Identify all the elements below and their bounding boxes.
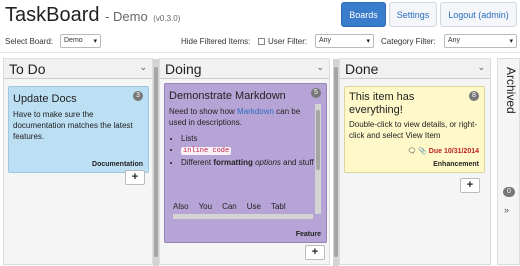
add-item-button[interactable]: + bbox=[305, 245, 325, 260]
column-header: To Do ⌄ bbox=[4, 59, 152, 79]
board-select[interactable]: Demo ▾ bbox=[60, 34, 101, 48]
filter-bar: Select Board: Demo ▾ Hide Filtered Items… bbox=[0, 31, 520, 53]
card-description: Have to make sure the documentation matc… bbox=[13, 110, 133, 141]
list-text: Different bbox=[181, 158, 214, 167]
scroll-thumb[interactable] bbox=[154, 67, 158, 257]
card-update-docs[interactable]: Update Docs 3 Have to make sure the docu… bbox=[8, 86, 149, 173]
user-filter-label: User Filter: bbox=[268, 37, 308, 46]
italic-text: options bbox=[255, 158, 281, 167]
comment-icon: 🗨 bbox=[407, 148, 417, 155]
card-badge: 5 bbox=[311, 88, 321, 98]
hide-filtered-checkbox[interactable] bbox=[258, 38, 265, 45]
chevron-down-icon[interactable]: ⌄ bbox=[139, 62, 147, 73]
select-caret-icon: ▾ bbox=[93, 38, 97, 45]
list-item: inline code bbox=[181, 144, 314, 157]
scroll-thumb[interactable] bbox=[334, 67, 338, 257]
column-doing: Doing ⌄ Demonstrate Markdown 5 Need to s… bbox=[153, 58, 330, 266]
bold-text: formatting bbox=[213, 158, 253, 167]
paperclip-icon: 📎 bbox=[418, 148, 427, 155]
table-header: Tabl bbox=[270, 202, 286, 211]
hide-filtered-label: Hide Filtered Items: bbox=[181, 37, 251, 46]
category-filter-value: Any bbox=[448, 37, 461, 44]
chevron-down-icon[interactable]: ⌄ bbox=[477, 62, 485, 73]
column-header: Done ⌄ bbox=[340, 59, 490, 79]
add-item-button[interactable]: + bbox=[125, 170, 145, 185]
scroll-thumb[interactable] bbox=[316, 110, 320, 170]
column-title: Done bbox=[345, 61, 379, 77]
card-description: Double-click to view details, or right-c… bbox=[349, 120, 478, 140]
category-filter-label: Category Filter: bbox=[381, 37, 436, 46]
card-title: Update Docs bbox=[13, 93, 77, 105]
table-header: Use bbox=[246, 202, 261, 211]
column-scrollbar[interactable] bbox=[333, 59, 339, 266]
app-name: TaskBoard bbox=[5, 4, 100, 26]
table-header-row: Also You Can Use Tabl bbox=[173, 202, 296, 211]
card-title: Demonstrate Markdown bbox=[169, 90, 286, 102]
column-header: Doing ⌄ bbox=[160, 59, 329, 79]
list-text: and stuff bbox=[280, 158, 314, 167]
user-filter-value: Any bbox=[319, 37, 332, 44]
archived-label: Archived bbox=[504, 67, 518, 114]
double-chevron-icon[interactable]: » bbox=[504, 205, 509, 215]
card-this-item-has-everything[interactable]: This item has everything! 8 Double-click… bbox=[344, 86, 485, 173]
logout-button[interactable]: Logout (admin) bbox=[440, 2, 517, 27]
select-caret-icon: ▾ bbox=[366, 38, 370, 45]
card-category: Documentation bbox=[92, 161, 143, 168]
table-header: You bbox=[198, 202, 213, 211]
settings-button[interactable]: Settings bbox=[389, 2, 437, 27]
select-board-label: Select Board: bbox=[5, 37, 54, 46]
card-title: This item has everything! bbox=[349, 91, 415, 116]
column-todo: To Do ⌄ Update Docs 3 Have to make sure … bbox=[3, 58, 153, 265]
column-archived[interactable]: Archived 0 » bbox=[497, 58, 520, 265]
board-select-value: Demo bbox=[64, 37, 83, 44]
table-header: Can bbox=[222, 202, 237, 211]
app-version: (v0.3.0) bbox=[153, 14, 181, 23]
column-title: Doing bbox=[165, 61, 202, 77]
app-header: TaskBoard - Demo (v0.3.0) Boards Setting… bbox=[0, 0, 520, 32]
markdown-link[interactable]: Markdown bbox=[237, 107, 274, 116]
column-scrollbar[interactable] bbox=[153, 59, 159, 266]
archived-count-badge: 0 bbox=[503, 187, 515, 197]
table-header: Also bbox=[173, 202, 189, 211]
card-badge: 3 bbox=[133, 91, 143, 101]
card-description: Need to show how Markdown can be used in… bbox=[169, 106, 314, 168]
category-filter-select[interactable]: Any ▾ bbox=[444, 34, 517, 48]
desc-list: Lists inline code Different formatting o… bbox=[169, 133, 314, 168]
card-category: Enhancement bbox=[433, 161, 479, 168]
board-name: - Demo bbox=[105, 9, 148, 24]
desc-text: Need to show how bbox=[169, 107, 238, 116]
description-hscrollbar[interactable] bbox=[173, 214, 313, 219]
card-demonstrate-markdown[interactable]: Demonstrate Markdown 5 Need to show how … bbox=[164, 83, 327, 243]
list-item: Lists bbox=[181, 133, 314, 144]
column-done: Done ⌄ This item has everything! 8 Doubl… bbox=[333, 58, 491, 266]
list-item: Different formatting options and stuff bbox=[181, 157, 314, 168]
card-category: Feature bbox=[295, 231, 321, 238]
boards-button[interactable]: Boards bbox=[341, 2, 386, 27]
select-caret-icon: ▾ bbox=[509, 38, 513, 45]
app-title: TaskBoard - Demo (v0.3.0) bbox=[5, 4, 180, 27]
due-date: Due 10/31/2014 bbox=[428, 148, 479, 155]
card-meta: 🗨 📎 Due 10/31/2014 bbox=[407, 147, 479, 155]
add-item-button[interactable]: + bbox=[460, 178, 480, 193]
user-filter-select[interactable]: Any ▾ bbox=[315, 34, 374, 48]
card-badge: 8 bbox=[469, 91, 479, 101]
chevron-down-icon[interactable]: ⌄ bbox=[316, 62, 324, 73]
inline-code: inline code bbox=[181, 147, 232, 155]
description-scrollbar[interactable] bbox=[315, 104, 321, 214]
column-title: To Do bbox=[9, 61, 46, 77]
